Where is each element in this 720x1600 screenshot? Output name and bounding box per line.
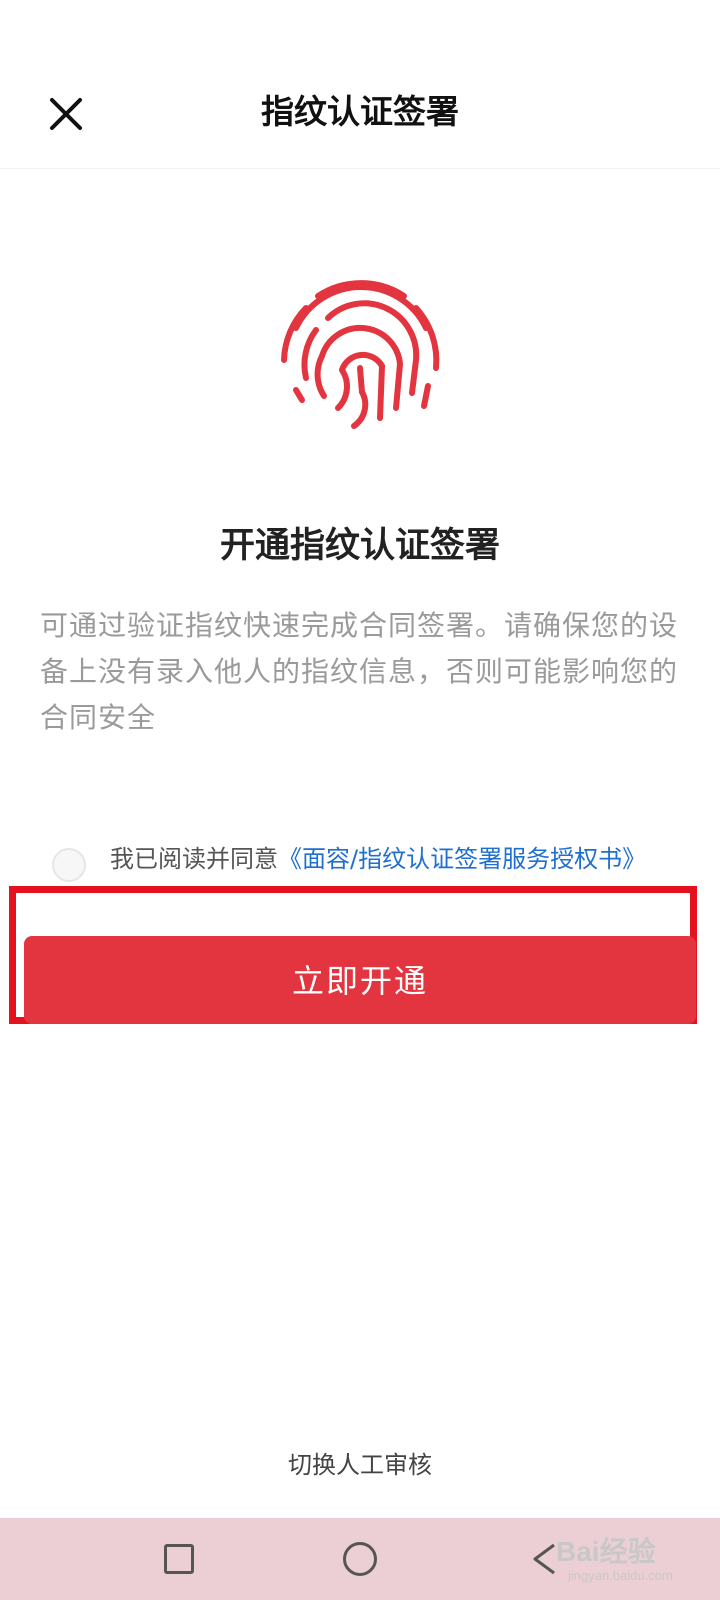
fingerprint-icon	[276, 268, 446, 438]
open-now-button[interactable]: 立即开通	[24, 936, 696, 1024]
watermark-sub: jingyan.baidu.com	[568, 1568, 673, 1583]
agreement-radio[interactable]	[52, 848, 86, 882]
baidu-watermark: Bai经验 jingyan.baidu.com	[556, 1526, 706, 1590]
home-icon[interactable]	[343, 1542, 377, 1576]
switch-manual-review-link[interactable]: 切换人工审核	[0, 1445, 720, 1480]
main-heading: 开通指纹认证签署	[219, 526, 500, 566]
watermark-main: Bai经验	[556, 1536, 656, 1567]
description-text: 可通过验证指纹快速完成合同签署。请确保您的设备上没有录入他人的指纹信息，否则可能…	[40, 609, 679, 734]
agreement-link[interactable]: 《面容/指纹认证签署服务授权书》	[278, 845, 646, 873]
page-title: 指纹认证签署	[261, 92, 459, 131]
app-header: 指纹认证签署	[0, 0, 720, 169]
agreement-prefix: 我已阅读并同意	[110, 845, 278, 873]
agreement-text: 我已阅读并同意《面容/指纹认证签署服务授权书》	[110, 842, 720, 876]
recent-apps-icon[interactable]	[164, 1544, 194, 1574]
